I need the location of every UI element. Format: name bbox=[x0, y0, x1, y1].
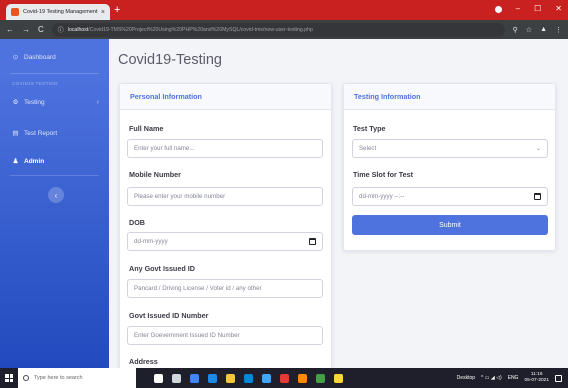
test-type-select[interactable]: Select ⌄ bbox=[352, 139, 548, 158]
cortana-icon[interactable] bbox=[154, 373, 163, 383]
full-name-label: Full Name bbox=[129, 124, 164, 133]
taskbar-search-placeholder: Type here to search bbox=[34, 375, 83, 381]
sidebar-item-testing[interactable]: ⚙ Testing › bbox=[0, 98, 109, 107]
store-icon[interactable] bbox=[244, 373, 253, 383]
star-icon[interactable]: ☆ bbox=[526, 26, 532, 34]
mail-icon[interactable] bbox=[262, 373, 271, 383]
govt-id-input[interactable]: Pancard / Driving License / Voter id / a… bbox=[127, 279, 323, 298]
back-arrow-icon[interactable]: ← bbox=[6, 25, 14, 34]
sidebar-item-dashboard[interactable]: ⊙ Dashboard bbox=[0, 53, 109, 62]
menu-icon[interactable]: ⋮ bbox=[555, 26, 562, 34]
browser-tab[interactable]: Covid-19 Testing Management S × bbox=[6, 4, 110, 20]
url-input[interactable]: ⓘ localhost /Covid19-TMS%20Project%20Usi… bbox=[51, 22, 505, 37]
terminal-icon[interactable] bbox=[280, 373, 289, 383]
system-tray: Desktop ^ ▭ ◢ ◁) ENG 11:16 05-07-2021 bbox=[457, 368, 562, 388]
submit-button[interactable]: Submit bbox=[352, 215, 548, 235]
taskbar-search-input[interactable]: Type here to search bbox=[18, 368, 136, 388]
govt-id-label: Any Govt Issued ID bbox=[129, 264, 195, 273]
sidebar-divider bbox=[10, 175, 99, 176]
clock-date: 05-07-2021 bbox=[524, 378, 549, 383]
notification-icon[interactable] bbox=[555, 374, 562, 382]
page-title: Covid19-Testing bbox=[118, 52, 222, 68]
govt-id-number-input[interactable]: Enter Goevernment Issued ID Number bbox=[127, 326, 323, 345]
dashboard-icon: ⊙ bbox=[12, 54, 19, 61]
sidebar-item-admin[interactable]: ♟ Admin bbox=[0, 157, 109, 166]
govt-id-number-label: Govt Issued ID Number bbox=[129, 311, 209, 320]
maximize-button[interactable]: ☐ bbox=[534, 3, 541, 15]
taskbar: Type here to search Desktop ^ ▭ ◢ ◁) ENG… bbox=[0, 368, 568, 388]
sidebar: ⊙ Dashboard COVID19 TESTING ⚙ Testing › … bbox=[0, 39, 109, 368]
search-icon bbox=[23, 375, 29, 381]
sidebar-heading: COVID19 TESTING bbox=[12, 81, 58, 86]
mobile-number-input[interactable]: Please enter your mobile number bbox=[127, 187, 323, 206]
calendar-icon[interactable] bbox=[309, 238, 316, 245]
reload-icon[interactable]: C bbox=[38, 25, 44, 34]
taskbar-apps bbox=[154, 373, 343, 383]
tab-title: Covid-19 Testing Management S bbox=[23, 9, 98, 15]
sidebar-item-test-report[interactable]: ▤ Test Report bbox=[0, 129, 109, 138]
sidebar-item-label: Dashboard bbox=[24, 53, 56, 61]
dob-label: DOB bbox=[129, 218, 145, 227]
tab-close-icon[interactable]: × bbox=[101, 9, 105, 16]
address-bar: ← → C ⓘ localhost /Covid19-TMS%20Project… bbox=[0, 20, 568, 39]
sidebar-item-label: Admin bbox=[24, 157, 45, 165]
card-header: Testing Information bbox=[344, 84, 555, 110]
zoom-icon[interactable]: ⚲ bbox=[513, 26, 518, 34]
dob-input[interactable]: dd-mm-yyyy bbox=[127, 232, 323, 251]
sidebar-item-label: Testing bbox=[24, 98, 45, 106]
minimize-button[interactable]: – bbox=[516, 3, 520, 15]
app-icon-2[interactable] bbox=[316, 373, 325, 383]
task-view-icon[interactable] bbox=[172, 373, 181, 383]
test-type-label: Test Type bbox=[353, 124, 386, 133]
calendar-icon[interactable] bbox=[534, 193, 541, 200]
folder-icon[interactable] bbox=[226, 373, 235, 383]
time-slot-input[interactable]: dd-mm-yyyy --:-- bbox=[352, 187, 548, 206]
gear-icon: ⚙ bbox=[12, 99, 19, 106]
browser-tab-bar: Covid-19 Testing Management S × + – ☐ ✕ bbox=[0, 0, 568, 20]
close-window-button[interactable]: ✕ bbox=[555, 3, 562, 15]
extension-icon[interactable]: ▲ bbox=[540, 26, 547, 34]
desktop-label[interactable]: Desktop bbox=[457, 375, 475, 381]
url-path: /Covid19-TMS%20Project%20Using%20PHP%20a… bbox=[88, 26, 313, 33]
chrome-icon[interactable] bbox=[190, 373, 199, 383]
chevron-down-icon: ⌄ bbox=[535, 146, 541, 152]
user-icon: ♟ bbox=[12, 158, 19, 165]
chevron-right-icon: › bbox=[96, 98, 99, 106]
sidebar-divider bbox=[10, 73, 99, 74]
favicon-icon bbox=[11, 8, 19, 16]
profile-icon[interactable] bbox=[494, 5, 502, 13]
new-tab-button[interactable]: + bbox=[114, 3, 120, 17]
app-icon[interactable] bbox=[298, 373, 307, 383]
app-icon-3[interactable] bbox=[334, 373, 343, 383]
info-icon[interactable]: ⓘ bbox=[58, 25, 64, 34]
address-label: Address bbox=[129, 357, 158, 366]
sidebar-toggle-button[interactable]: ‹ bbox=[48, 187, 64, 203]
url-host: localhost bbox=[67, 26, 89, 33]
sidebar-item-label: Test Report bbox=[24, 129, 58, 137]
time-slot-placeholder: dd-mm-yyyy --:-- bbox=[359, 193, 405, 200]
card-header: Personal Information bbox=[120, 84, 331, 110]
test-type-selected: Select bbox=[359, 145, 377, 152]
clock[interactable]: 11:16 05-07-2021 bbox=[524, 372, 549, 384]
full-name-input[interactable]: Enter your full name... bbox=[127, 139, 323, 158]
mobile-number-label: Mobile Number bbox=[129, 170, 181, 179]
edge-icon[interactable] bbox=[208, 373, 217, 383]
dob-placeholder: dd-mm-yyyy bbox=[134, 238, 168, 245]
language-indicator[interactable]: ENG bbox=[508, 375, 519, 381]
file-icon: ▤ bbox=[12, 130, 19, 137]
time-slot-label: Time Slot for Test bbox=[353, 170, 414, 179]
forward-arrow-icon[interactable]: → bbox=[22, 25, 30, 34]
tray-icons[interactable]: ^ ▭ ◢ ◁) bbox=[481, 375, 502, 381]
window-controls: – ☐ ✕ bbox=[494, 3, 562, 15]
windows-icon bbox=[5, 374, 13, 382]
start-button[interactable] bbox=[0, 368, 18, 388]
